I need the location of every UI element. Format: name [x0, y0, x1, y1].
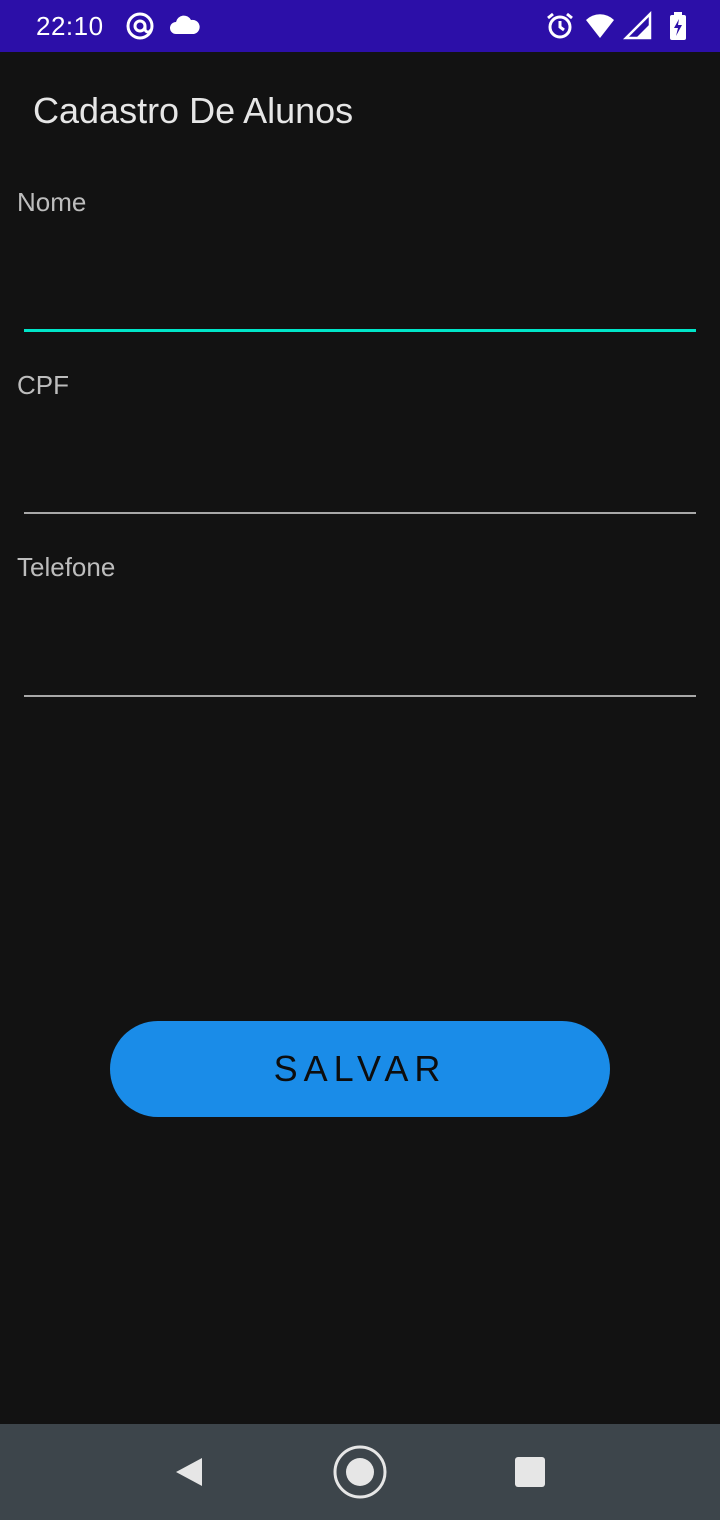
- telefone-input[interactable]: [24, 633, 696, 693]
- status-time: 22:10: [36, 11, 104, 41]
- telefone-label: Telefone: [17, 552, 116, 582]
- telefone-underline: [24, 695, 696, 697]
- alarm-icon: [547, 12, 573, 39]
- save-button[interactable]: SALVAR: [110, 1021, 610, 1117]
- page-title: Cadastro De Alunos: [33, 90, 354, 131]
- wifi-icon: [586, 14, 614, 38]
- cpf-input[interactable]: [24, 451, 696, 511]
- battery-charging-icon: [670, 12, 686, 40]
- cpf-underline: [24, 512, 696, 514]
- at-sign-icon: [126, 12, 154, 40]
- cpf-label: CPF: [17, 370, 69, 400]
- status-bar: 22:10: [0, 0, 720, 52]
- home-icon[interactable]: [330, 1442, 390, 1502]
- recents-icon[interactable]: [500, 1442, 560, 1502]
- nome-input[interactable]: [24, 268, 696, 328]
- navigation-bar: [0, 1424, 720, 1520]
- signal-icon: [622, 10, 652, 40]
- back-icon[interactable]: [158, 1442, 218, 1502]
- cloud-icon: [170, 15, 200, 34]
- nome-underline-focused: [24, 329, 696, 332]
- nome-label: Nome: [17, 187, 87, 217]
